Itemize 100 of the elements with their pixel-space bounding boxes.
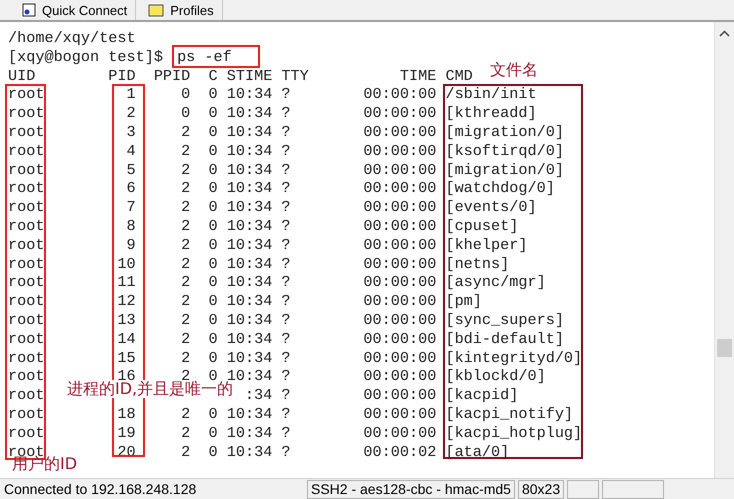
connect-icon bbox=[22, 3, 36, 17]
table-cell: 10:34 bbox=[226, 404, 272, 424]
table-cell: 0 bbox=[208, 310, 218, 330]
table-cell: 12 bbox=[117, 292, 136, 311]
table-cell: 0 bbox=[208, 104, 218, 123]
table-cell: [khelper] bbox=[445, 236, 528, 255]
table-cell: root bbox=[8, 104, 44, 123]
table-cell: 10:34 bbox=[226, 142, 272, 161]
table-cell: 0 bbox=[208, 330, 218, 349]
table-cell: 2 bbox=[181, 310, 190, 330]
table-cell: [bdi-default] bbox=[445, 330, 564, 349]
status-panel bbox=[567, 480, 600, 498]
table-cell: 00:00:00 bbox=[363, 254, 436, 274]
table-cell-text: ? bbox=[281, 254, 292, 274]
connection-status: Connected to 192.168.248.128 bbox=[3, 481, 198, 497]
table-cell: 1 bbox=[126, 85, 136, 104]
table-cell: 2 bbox=[181, 236, 190, 255]
table-cell: [kintegrityd/0] bbox=[445, 348, 582, 368]
table-cell: 0 bbox=[208, 160, 218, 180]
table-cell: 10:34 bbox=[226, 198, 272, 217]
table-cell: 3 bbox=[126, 122, 136, 142]
table-cell: 00:00:00 bbox=[363, 179, 436, 198]
table-cell: root bbox=[8, 404, 44, 424]
table-cell: root bbox=[8, 386, 44, 405]
table-cell: 10:34 bbox=[226, 310, 272, 330]
table-cell-text: ? bbox=[281, 122, 292, 142]
table-cell: 10:34 bbox=[226, 236, 272, 255]
table-cell: 14 bbox=[117, 330, 136, 349]
table-cell: 00:00:00 bbox=[363, 292, 436, 311]
table-cell: 00:00:00 bbox=[363, 198, 436, 217]
table-cell-text: ? bbox=[281, 310, 292, 330]
table-cell: 4 bbox=[126, 142, 136, 161]
table-cell: 0 bbox=[181, 85, 190, 104]
table-cell: [migration/0] bbox=[445, 160, 564, 180]
table-cell: 10:34 bbox=[226, 122, 272, 142]
column-header: STIME bbox=[226, 66, 272, 86]
table-cell: 0 bbox=[208, 348, 218, 368]
table-cell: 19 bbox=[117, 424, 136, 443]
table-cell: [events/0] bbox=[445, 198, 537, 217]
table-cell-text: ? bbox=[281, 404, 292, 424]
table-cell: [kacpi_hotplug] bbox=[445, 424, 582, 443]
table-cell: 2 bbox=[181, 273, 190, 292]
table-cell: 2 bbox=[181, 160, 190, 180]
table-cell: [pm] bbox=[445, 292, 482, 311]
table-cell-text: ? bbox=[281, 236, 292, 255]
table-cell: [migration/0] bbox=[445, 122, 564, 142]
toolbar-button[interactable]: Profiles bbox=[140, 0, 223, 20]
table-cell-text: ? bbox=[281, 424, 292, 443]
table-cell: 2 bbox=[126, 104, 136, 123]
table-cell: root bbox=[8, 160, 44, 180]
table-cell: 6 bbox=[126, 179, 136, 198]
table-cell: [netns] bbox=[445, 254, 510, 274]
table-cell-text: ? bbox=[281, 386, 292, 405]
table-cell: 2 bbox=[181, 142, 190, 161]
column-header: TTY bbox=[281, 66, 309, 86]
table-cell: 0 bbox=[208, 216, 218, 236]
table-cell: root bbox=[8, 179, 44, 198]
scroll-thumb[interactable] bbox=[717, 339, 732, 357]
table-cell: [ksoftirqd/0] bbox=[445, 142, 564, 161]
table-cell: 00:00:00 bbox=[363, 386, 436, 405]
table-cell: 10 bbox=[117, 254, 136, 274]
table-cell: 2 bbox=[181, 404, 190, 424]
table-cell: 2 bbox=[181, 216, 190, 236]
table-cell: 2 bbox=[181, 122, 190, 142]
table-cell: 10:34 bbox=[226, 85, 272, 104]
table-cell: /sbin/init bbox=[445, 85, 537, 104]
table-cell: 10:34 bbox=[226, 273, 272, 292]
table-cell: [watchdog/0] bbox=[445, 179, 555, 198]
annotation-text: 文件名 bbox=[490, 61, 538, 79]
table-cell: root bbox=[8, 348, 44, 368]
table-cell: 0 bbox=[208, 85, 218, 104]
status-panel: 80x23 bbox=[518, 480, 564, 498]
table-cell: 0 bbox=[208, 236, 218, 255]
table-cell: :34 bbox=[244, 386, 272, 405]
table-cell: root bbox=[8, 367, 44, 386]
column-header: TIME bbox=[400, 66, 436, 86]
table-cell: root bbox=[8, 142, 44, 161]
column-header: CMD bbox=[445, 66, 473, 86]
table-cell: [sync_supers] bbox=[445, 310, 564, 330]
folder-icon bbox=[148, 3, 164, 17]
table-cell: [kacpi_notify] bbox=[445, 404, 574, 424]
table-cell: root bbox=[8, 254, 44, 274]
table-cell: [cpuset] bbox=[445, 216, 518, 236]
terminal-screen[interactable] bbox=[0, 22, 714, 478]
shell-prompt: [xqy@bogon test]$ bbox=[8, 48, 163, 67]
table-cell: 10:34 bbox=[226, 160, 272, 180]
table-cell: 10:34 bbox=[226, 424, 272, 443]
table-cell: 00:00:00 bbox=[363, 330, 436, 349]
table-cell-text: ? bbox=[281, 142, 292, 161]
typed-command: ps -ef bbox=[172, 44, 260, 68]
table-cell: 13 bbox=[117, 310, 136, 330]
scroll-up-icon bbox=[719, 30, 730, 37]
table-cell: 7 bbox=[126, 198, 136, 217]
toolbar-button[interactable]: Quick Connect bbox=[14, 0, 136, 20]
scrollbar[interactable] bbox=[714, 22, 734, 478]
table-cell: root bbox=[8, 122, 44, 142]
table-cell: 10:34 bbox=[226, 292, 272, 311]
table-cell: 00:00:00 bbox=[363, 367, 436, 386]
table-cell-text: ? bbox=[281, 348, 292, 368]
table-cell: 0 bbox=[181, 104, 190, 123]
